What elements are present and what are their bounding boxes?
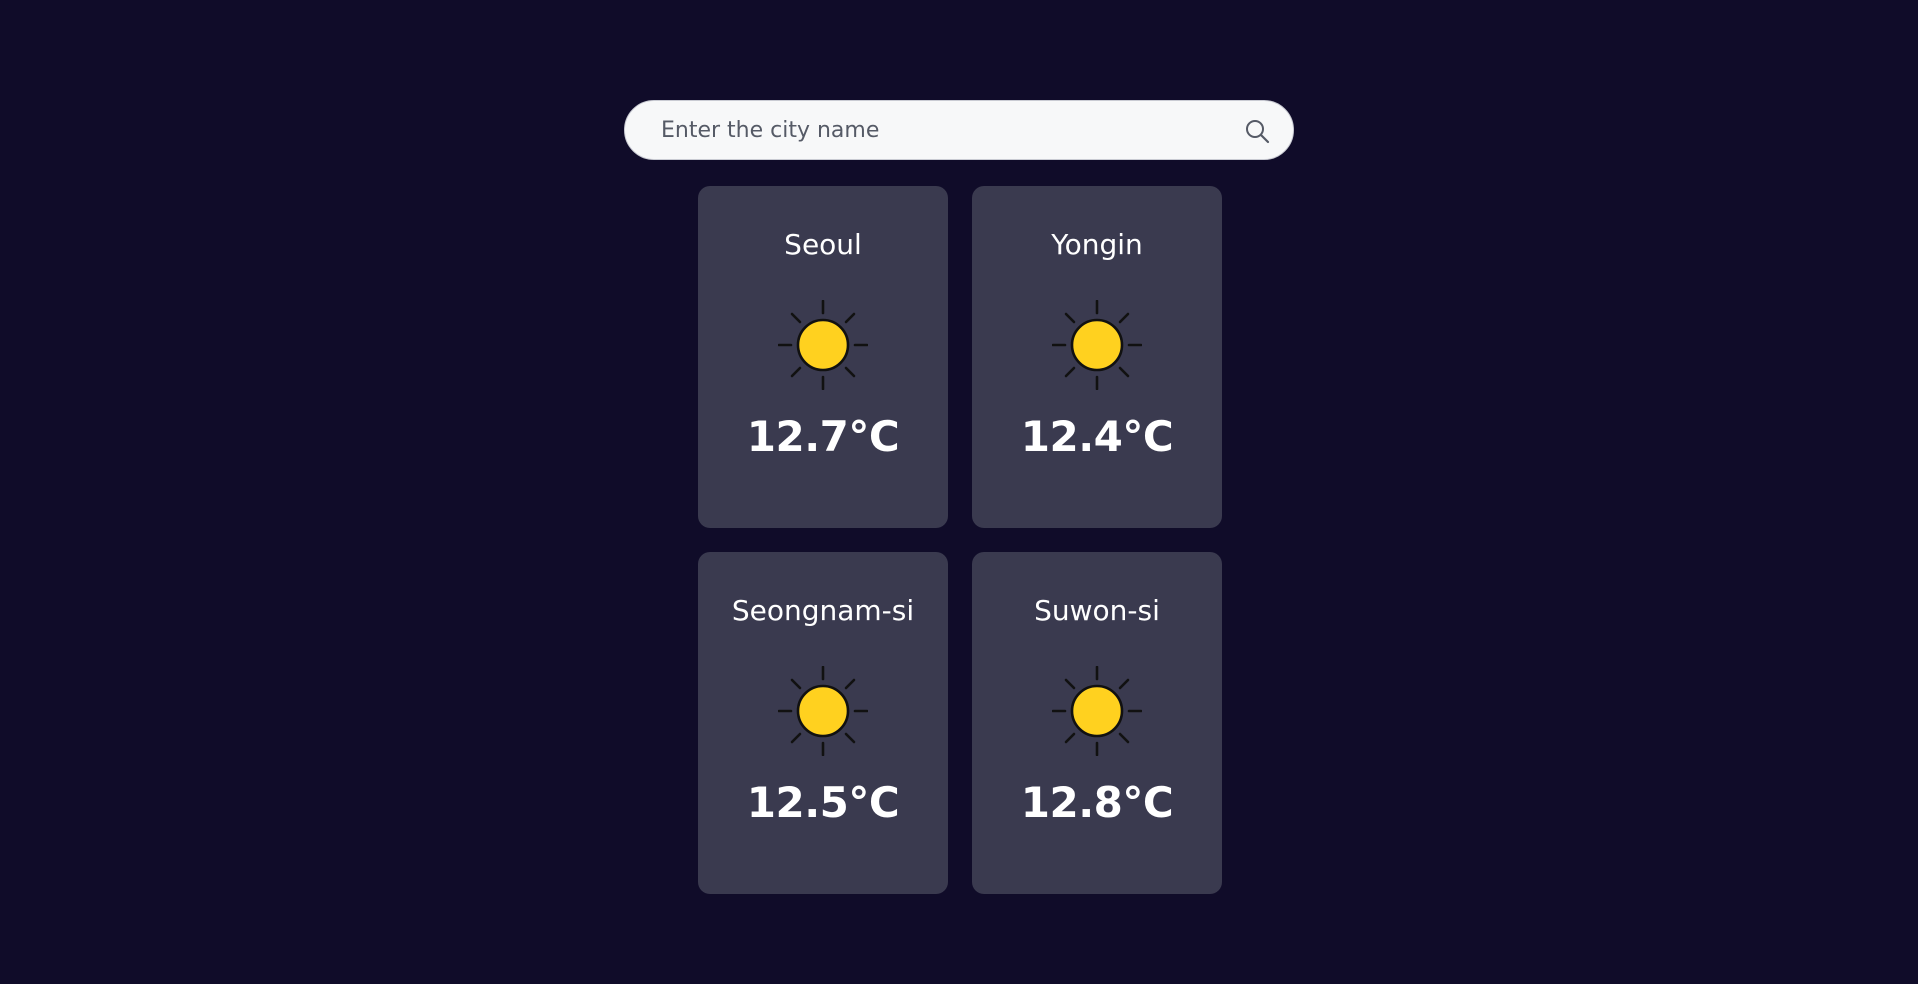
sun-icon xyxy=(1052,666,1142,756)
search-input[interactable] xyxy=(625,101,1225,159)
sun-icon xyxy=(778,300,868,390)
temperature: 12.5°C xyxy=(746,778,900,827)
city-name: Yongin xyxy=(1051,228,1143,261)
search-bar xyxy=(624,100,1294,160)
temperature: 12.8°C xyxy=(1020,778,1174,827)
sun-icon xyxy=(778,666,868,756)
sun-icon xyxy=(1052,300,1142,390)
city-name: Seongnam-si xyxy=(731,594,915,627)
temperature: 12.7°C xyxy=(746,412,900,461)
search-icon[interactable] xyxy=(1243,117,1271,145)
weather-card-suwon-si: Suwon-si 12.8°C xyxy=(972,552,1222,894)
city-name: Seoul xyxy=(784,228,862,261)
weather-card-seoul: Seoul 12.7°C xyxy=(698,186,948,528)
temperature: 12.4°C xyxy=(1020,412,1174,461)
city-name: Suwon-si xyxy=(1034,594,1160,627)
weather-card-yongin: Yongin 12.4°C xyxy=(972,186,1222,528)
weather-card-seongnam-si: Seongnam-si 12.5°C xyxy=(698,552,948,894)
